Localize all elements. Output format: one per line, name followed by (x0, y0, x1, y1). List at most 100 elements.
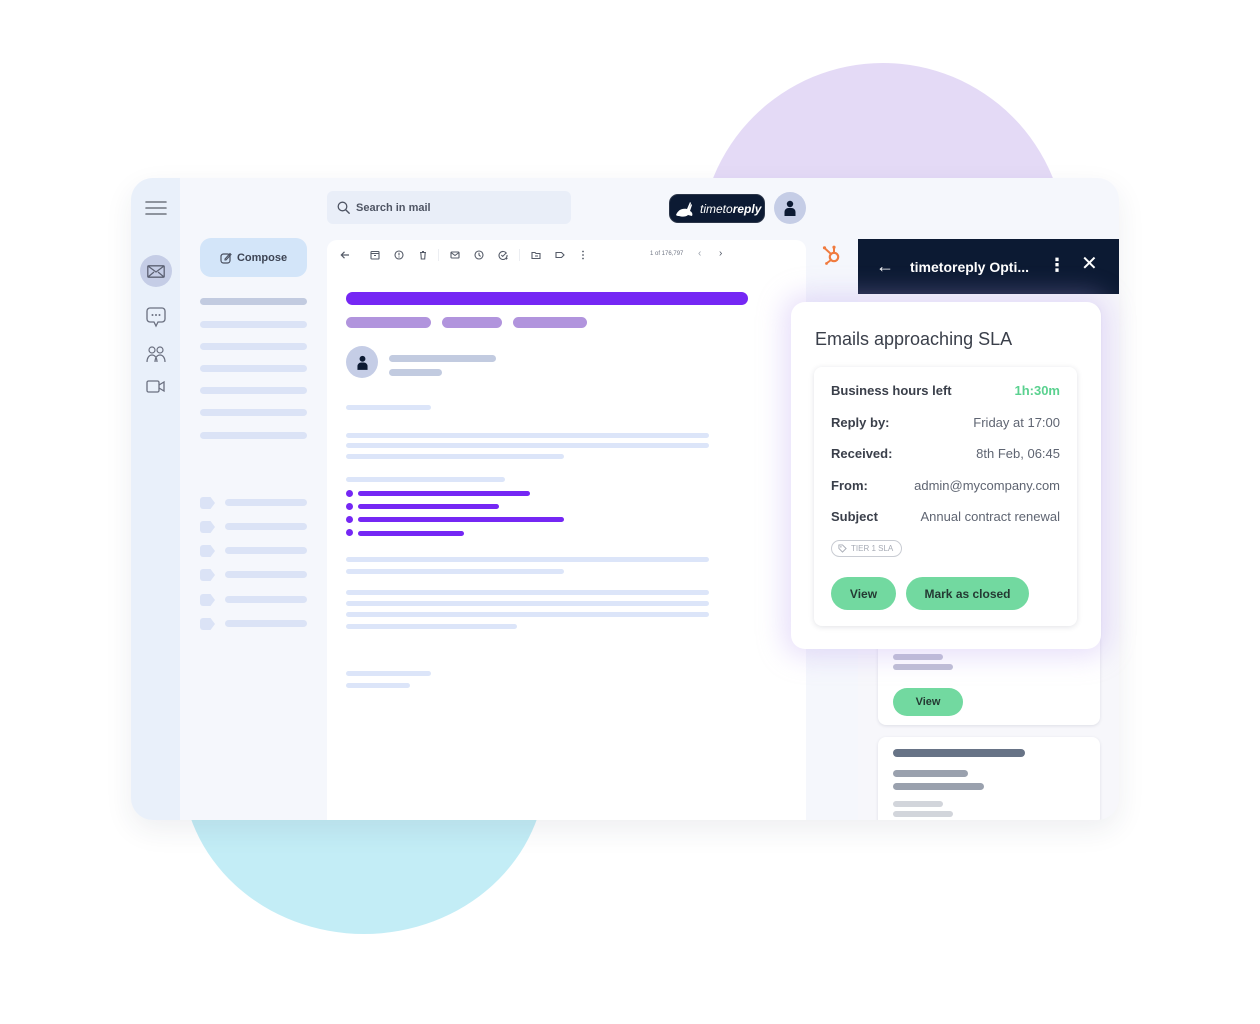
from-row: From: admin@mycompany.com (831, 477, 1060, 493)
bullet-text-placeholder (358, 531, 464, 536)
label-item[interactable] (200, 594, 307, 606)
view-button[interactable]: View (831, 577, 896, 610)
email-label-chip (513, 317, 587, 328)
label-tag-icon (200, 521, 215, 533)
hubspot-icon[interactable] (821, 244, 843, 271)
email-toolbar: 1 of 176,797 ‹ › (327, 240, 806, 270)
back-arrow-icon[interactable] (339, 249, 351, 261)
body-text-placeholder (346, 477, 505, 482)
sla-tier-badge: TIER 1 SLA (831, 540, 903, 557)
older-button[interactable]: ‹ (698, 248, 701, 259)
folder-item[interactable] (200, 321, 307, 328)
rail-spaces-button[interactable] (131, 342, 180, 366)
snooze-icon[interactable] (473, 249, 485, 261)
addon-header: ← timetoreply Opti... ⋮ ✕ (858, 239, 1119, 294)
body-text-placeholder (346, 612, 709, 617)
add-task-icon[interactable] (497, 249, 509, 261)
bullet-text-placeholder (358, 504, 499, 509)
search-input[interactable]: Search in mail (327, 191, 571, 224)
chat-icon (145, 306, 166, 327)
folder-item[interactable] (200, 343, 307, 350)
user-icon (356, 355, 368, 370)
body-text-placeholder (346, 454, 564, 459)
sender-name-placeholder (389, 355, 496, 362)
rail-chat-button[interactable] (131, 304, 180, 330)
search-icon (337, 201, 350, 214)
mark-unread-icon[interactable] (449, 249, 461, 261)
search-placeholder: Search in mail (356, 201, 431, 214)
body-text-placeholder (346, 405, 431, 410)
move-to-icon[interactable] (530, 249, 542, 261)
card-view-button[interactable]: View (893, 688, 963, 716)
sla-popup: Emails approaching SLA Business hours le… (791, 302, 1101, 649)
folder-item[interactable] (200, 432, 307, 439)
mail-icon (146, 264, 165, 278)
more-vertical-icon[interactable] (577, 249, 589, 261)
newer-button[interactable]: › (719, 248, 722, 259)
body-text-placeholder (346, 569, 564, 574)
label-item[interactable] (200, 521, 307, 533)
email-subject-placeholder (346, 292, 748, 305)
sla-email-card (878, 737, 1100, 820)
delete-icon[interactable] (417, 249, 429, 261)
label-tag-icon (200, 594, 215, 606)
label-tag-icon (200, 545, 215, 557)
pencil-icon (220, 252, 232, 264)
account-avatar[interactable] (774, 192, 806, 224)
email-label-chip (346, 317, 431, 328)
email-label-chip (442, 317, 502, 328)
pagination-count: 1 of 176,797 (650, 251, 684, 257)
rail-mail-button[interactable] (131, 255, 180, 287)
label-item[interactable] (200, 618, 307, 630)
folder-item[interactable] (200, 387, 307, 394)
bullet-icon (346, 490, 353, 497)
label-item[interactable] (200, 497, 307, 509)
app-rail (131, 178, 180, 820)
addon-title: timetoreply Opti... (910, 259, 1030, 275)
reply-by-row: Reply by: Friday at 17:00 (831, 414, 1060, 430)
business-hours-row: Business hours left 1h:30m (831, 382, 1060, 398)
body-text-placeholder (346, 557, 709, 562)
timetoreply-logo-button[interactable]: timetoreply (669, 194, 765, 223)
tag-icon (838, 544, 847, 553)
user-icon (784, 200, 796, 216)
email-reader-pane: 1 of 176,797 ‹ › (327, 240, 806, 820)
signature-placeholder (346, 671, 431, 676)
sender-email-placeholder (389, 369, 442, 376)
back-arrow-icon[interactable]: ← (876, 257, 894, 275)
spaces-people-icon (145, 346, 166, 363)
subject-row: Subject Annual contract renewal (831, 508, 1060, 524)
compose-button[interactable]: Compose (200, 238, 307, 277)
time-left-value: 1h:30m (1014, 382, 1060, 398)
more-vertical-icon[interactable]: ⋮ (1048, 255, 1066, 275)
body-text-placeholder (346, 590, 709, 595)
label-item[interactable] (200, 569, 307, 581)
report-spam-icon[interactable] (393, 249, 405, 261)
bullet-text-placeholder (358, 517, 564, 522)
folder-item[interactable] (200, 409, 307, 416)
label-icon[interactable] (554, 249, 566, 261)
body-text-placeholder (346, 601, 709, 606)
sla-email-detail-card: Business hours left 1h:30m Reply by: Fri… (814, 367, 1077, 626)
label-item[interactable] (200, 545, 307, 557)
folder-item[interactable] (200, 298, 307, 305)
bullet-icon (346, 516, 353, 523)
bullet-icon (346, 529, 353, 536)
label-tag-icon (200, 618, 215, 630)
signature-placeholder (346, 683, 410, 688)
bullet-icon (346, 503, 353, 510)
archive-icon[interactable] (369, 249, 381, 261)
compose-label: Compose (236, 251, 288, 264)
folder-item[interactable] (200, 365, 307, 372)
body-text-placeholder (346, 433, 709, 438)
rabbit-logo-icon (676, 201, 693, 217)
mark-as-closed-button[interactable]: Mark as closed (906, 577, 1029, 610)
sender-avatar (346, 346, 378, 378)
body-text-placeholder (346, 624, 517, 629)
close-icon[interactable]: ✕ (1081, 254, 1098, 274)
rail-meet-button[interactable] (131, 376, 180, 396)
main-menu-button[interactable] (131, 196, 180, 220)
body-text-placeholder (346, 443, 709, 448)
bullet-text-placeholder (358, 491, 530, 496)
label-tag-icon (200, 569, 215, 581)
